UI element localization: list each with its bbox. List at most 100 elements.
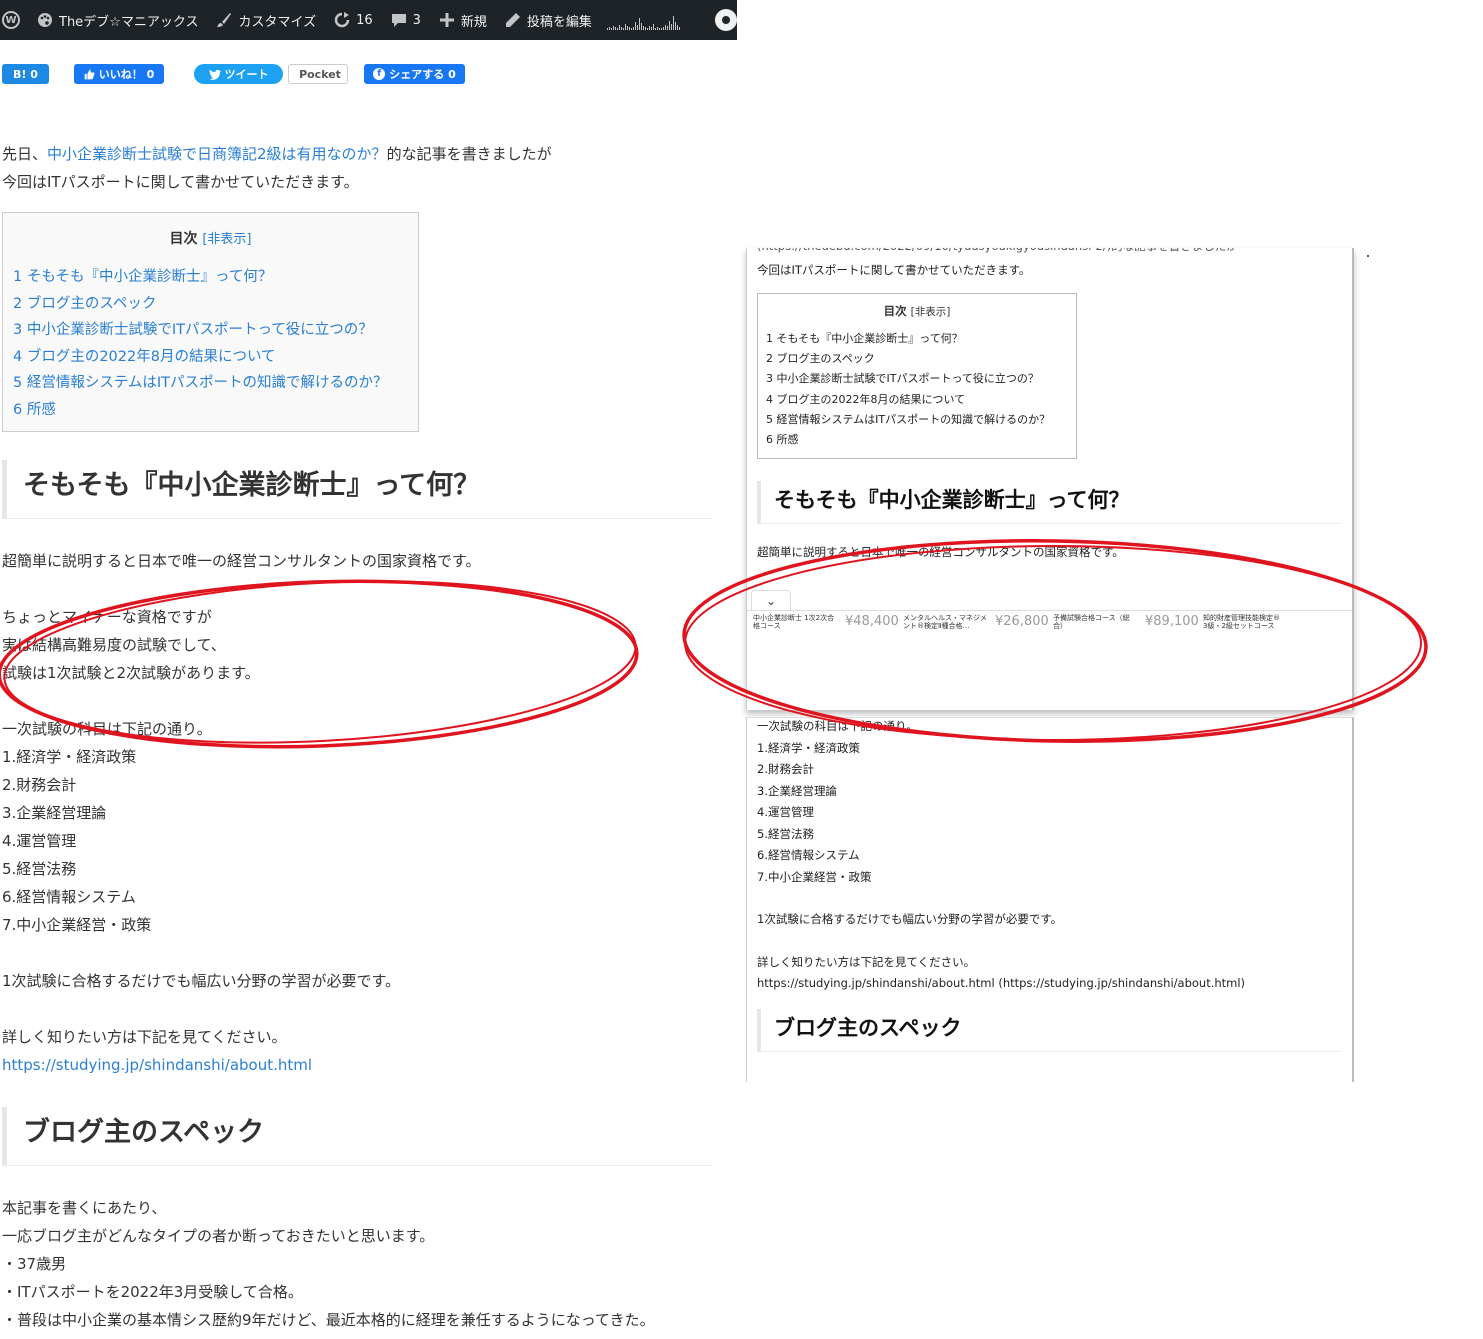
stats-bar xyxy=(650,27,652,30)
stats-bar xyxy=(622,28,624,30)
shot-paragraph: 詳しく知りたい方は下記を見てください。 xyxy=(757,954,976,969)
gear-icon[interactable] xyxy=(715,9,737,31)
toc-heading: 目次 xyxy=(169,231,198,247)
ad-item: メンタルヘルス・マネジメント®検定Ⅱ種合格… ¥26,800 xyxy=(903,614,1053,630)
shot-toc-heading: 目次 xyxy=(883,304,907,318)
intro-link[interactable]: 中小企業診断士試験で日商簿記2級は有用なのか？ xyxy=(47,145,387,163)
shot-toc-item: 6 所感 xyxy=(766,433,799,447)
cut-line: (https://thedebu.com/2022/09/10/tyuusyou… xyxy=(747,248,1352,258)
shot-table-of-contents: 目次 [非表示] 1 そもそも『中小企業診断士』って何？ 2 ブログ主のスペック… xyxy=(757,293,1077,460)
stats-bar xyxy=(618,25,620,30)
ad-price: ¥26,800 xyxy=(995,614,1049,629)
tweet-button[interactable]: ツイート xyxy=(194,64,283,84)
shot-list-item: 4.運営管理 xyxy=(757,805,814,819)
ad-name: 知的財産管理技能検定® 3級・2級セットコース xyxy=(1203,614,1280,630)
facebook-share-button[interactable]: f シェアする 0 xyxy=(364,64,465,84)
facebook-label: シェアする 0 xyxy=(389,68,456,81)
stats-icon[interactable] xyxy=(601,10,686,30)
chevron-down-icon: ⌄ xyxy=(765,593,777,608)
stats-bar xyxy=(636,25,638,30)
new-content-menu[interactable]: 新規 xyxy=(430,0,496,40)
intro-prefix: 先日、 xyxy=(2,145,48,163)
ad-item: 知的財産管理技能検定® 3級・2級セットコース xyxy=(1203,614,1352,630)
toc-item[interactable]: 5 経営情報システムはITパスポートの知識で解けるのか？ xyxy=(13,370,408,397)
shot-toc-item: 1 そもそも『中小企業診断士』って何？ xyxy=(766,332,963,345)
comments-menu[interactable]: 3 xyxy=(382,0,430,40)
stats-bar xyxy=(656,27,658,30)
section-heading-what-is: そもそも『中小企業診断士』って何？ xyxy=(2,460,712,519)
toc-item[interactable]: 2 ブログ主のスペック xyxy=(13,291,408,318)
new-label: 新規 xyxy=(460,14,487,30)
paragraph: 一次試験の科目は下記の通り。 xyxy=(2,720,212,738)
ad-item: 中小企業診断士 1次2次合格コース ¥48,400 xyxy=(753,614,903,630)
ad-collapse-toggle: ⌄ xyxy=(751,590,791,610)
pocket-label: Pocket xyxy=(299,67,341,81)
stats-bar xyxy=(670,24,672,30)
toc-item[interactable]: 1 そもそも『中小企業診断士』って何？ xyxy=(13,264,408,291)
ad-name: 予備試験合格コース（総合） xyxy=(1053,614,1130,630)
list-item: 7.中小企業経営・政策 xyxy=(2,916,152,934)
ad-price: ¥48,400 xyxy=(845,614,899,629)
facebook-like-button[interactable]: いいね！ 0 xyxy=(74,64,164,84)
stats-bar xyxy=(672,16,674,30)
admin-bar: W Theデブ☆マニアックス カスタマイズ 16 3 新規 投稿を編集 xyxy=(0,0,737,40)
embedded-screenshot-bottom: 一次試験の科目は下記の通り。 1.経済学・経済政策 2.財務会計 3.企業経営理… xyxy=(746,717,1354,1082)
stats-bar xyxy=(676,25,678,30)
ad-name: 中小企業診断士 1次2次合格コース xyxy=(753,614,835,630)
twitter-bird-icon xyxy=(208,69,221,80)
shot-list-item: 5.経営法務 xyxy=(757,826,814,841)
stats-bar xyxy=(674,22,676,30)
pencil-icon xyxy=(505,13,520,27)
ad-banner: ⌄ 中小企業診断士 1次2次合格コース ¥48,400 メンタルヘルス・マネジメ… xyxy=(747,590,1352,710)
wp-menu[interactable]: W xyxy=(2,0,28,40)
stats-bar xyxy=(608,27,610,30)
ad-price: ¥89,100 xyxy=(1145,614,1199,629)
stats-bar xyxy=(614,27,616,30)
section-heading-spec: ブログ主のスペック xyxy=(2,1107,712,1166)
site-name-menu[interactable]: Theデブ☆マニアックス xyxy=(28,0,207,40)
edit-post-menu[interactable]: 投稿を編集 xyxy=(496,0,601,40)
paragraph: 詳しく知りたい方は下記を見てください。 xyxy=(2,1028,287,1046)
shot-list-item: 2.財務会計 xyxy=(757,762,814,776)
toc-item[interactable]: 6 所感 xyxy=(13,397,408,424)
toc-toggle[interactable]: [非表示] xyxy=(202,232,251,247)
stats-bar xyxy=(654,28,656,30)
updates-menu[interactable]: 16 xyxy=(325,0,382,40)
ad-item: 予備試験合格コース（総合） ¥89,100 xyxy=(1053,614,1203,630)
stats-bar xyxy=(632,27,634,30)
toc-item[interactable]: 3 中小企業診断士試験でITパスポートって役に立つの？ xyxy=(13,317,408,344)
like-label: いいね！ 0 xyxy=(98,68,155,81)
shot-toc-item: 3 中小企業診断士試験でITパスポートって役に立つの？ xyxy=(766,372,1039,386)
studying-link[interactable]: https://studying.jp/shindanshi/about.htm… xyxy=(2,1056,312,1074)
paragraph: 超簡単に説明すると日本で唯一の経営コンサルタントの国家資格です。 xyxy=(2,552,481,570)
toc-item[interactable]: 4 ブログ主の2022年8月の結果について xyxy=(13,344,408,371)
hatena-bookmark-button[interactable]: B! 0 xyxy=(2,64,49,84)
list-item: 5.経営法務 xyxy=(2,860,77,878)
brush-icon xyxy=(217,13,232,27)
intro-line-2: 今回はITパスポートに関して書かせていただきます。 xyxy=(2,173,359,191)
stats-bar xyxy=(612,26,614,30)
comments-count: 3 xyxy=(412,12,421,28)
shot-list-item: 3.企業経営理論 xyxy=(757,783,837,798)
paragraph: 1次試験に合格するだけでも幅広い分野の学習が必要です。 xyxy=(2,972,401,990)
shot-toc-title: 目次 [非表示] xyxy=(766,303,1068,319)
customize-label: カスタマイズ xyxy=(238,14,317,30)
list-item: 3.企業経営理論 xyxy=(2,804,107,822)
shot-toc-item: 2 ブログ主のスペック xyxy=(766,352,875,366)
intro-suffix: 的な記事を書きましたが xyxy=(386,145,552,163)
stats-bar xyxy=(642,26,644,30)
paragraph: 本記事を書くにあたり、 xyxy=(2,1199,167,1217)
pocket-button[interactable]: Pocket xyxy=(288,64,348,84)
thumbs-up-icon xyxy=(84,69,95,79)
edit-post-label: 投稿を編集 xyxy=(526,14,592,30)
stats-bar xyxy=(662,27,664,30)
customize-menu[interactable]: カスタマイズ xyxy=(207,0,325,40)
ad-name: メンタルヘルス・マネジメント®検定Ⅱ種合格… xyxy=(903,614,987,630)
shot-paragraph: 一次試験の科目は下記の通り。 xyxy=(757,719,918,733)
stats-bar xyxy=(640,23,642,30)
embedded-screenshot-top: (https://thedebu.com/2022/09/10/tyuusyou… xyxy=(746,248,1354,710)
shot-list-item: 1.経済学・経済政策 xyxy=(757,740,860,755)
shot-toc-item: 4 ブログ主の2022年8月の結果について xyxy=(766,392,966,406)
stray-dot xyxy=(1367,255,1369,257)
stats-bar xyxy=(620,27,622,30)
